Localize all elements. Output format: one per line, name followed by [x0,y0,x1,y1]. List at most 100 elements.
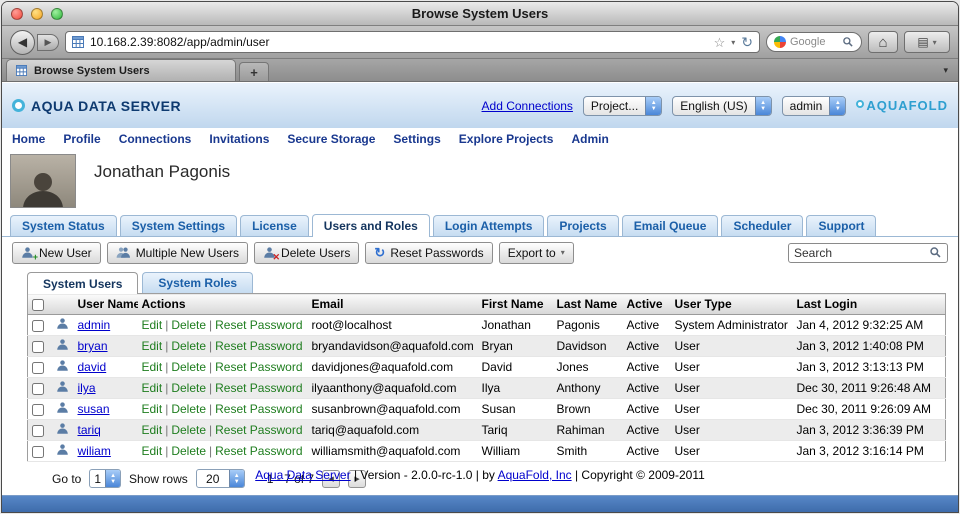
edit-link[interactable]: Edit [142,318,163,332]
row-checkbox[interactable] [32,341,44,353]
select-all-checkbox[interactable] [32,299,44,311]
reset-password-link[interactable]: Reset Password [215,339,302,353]
browser-tab[interactable]: Browse System Users [6,59,236,81]
tab-system-settings[interactable]: System Settings [120,215,237,236]
minimize-window-button[interactable] [31,8,43,20]
delete-users-button[interactable]: ✕ Delete Users [254,242,359,264]
nav-item-explore-projects[interactable]: Explore Projects [459,132,554,146]
nav-item-connections[interactable]: Connections [119,132,192,146]
username-link[interactable]: admin [78,318,111,332]
zoom-window-button[interactable] [51,8,63,20]
edit-link[interactable]: Edit [142,360,163,374]
tab-projects[interactable]: Projects [547,215,618,236]
row-checkbox[interactable] [32,320,44,332]
language-select[interactable]: English (US) ▲▼ [672,96,771,116]
subtab-system-users[interactable]: System Users [27,272,138,294]
delete-link[interactable]: Delete [171,318,206,332]
edit-link[interactable]: Edit [142,444,163,458]
first-name-cell: Susan [478,399,553,420]
column-user-type[interactable]: User Type [671,294,793,315]
delete-link[interactable]: Delete [171,444,206,458]
reset-password-link[interactable]: Reset Password [215,360,302,374]
edit-link[interactable]: Edit [142,423,163,437]
active-cell: Active [623,441,671,462]
url-bar[interactable]: 10.168.2.39:8082/app/admin/user ☆ ▾ ↻ [65,31,760,53]
user-action-toolbar: + New User Multiple New Users ✕ Delete U… [2,237,958,268]
nav-item-admin[interactable]: Admin [571,132,608,146]
nav-item-settings[interactable]: Settings [393,132,440,146]
export-to-button[interactable]: Export to ▾ [499,242,574,264]
reset-password-link[interactable]: Reset Password [215,402,302,416]
user-menu-select[interactable]: admin ▲▼ [782,96,847,116]
delete-link[interactable]: Delete [171,339,206,353]
column-user-name[interactable]: User Name [74,294,138,315]
search-icon[interactable] [929,246,942,259]
reload-icon[interactable]: ↻ [741,34,753,51]
reset-password-link[interactable]: Reset Password [215,381,302,395]
back-button[interactable]: ◀ [10,30,35,55]
column-email[interactable]: Email [308,294,478,315]
nav-item-home[interactable]: Home [12,132,45,146]
browser-search-box[interactable]: Google [766,32,862,52]
edit-link[interactable]: Edit [142,402,163,416]
username-link[interactable]: wiliam [78,444,111,458]
bookmark-star-icon[interactable]: ☆ [714,36,726,49]
url-text[interactable]: 10.168.2.39:8082/app/admin/user [90,35,708,49]
tab-email-queue[interactable]: Email Queue [622,215,719,236]
edit-link[interactable]: Edit [142,339,163,353]
row-checkbox[interactable] [32,446,44,458]
username-link[interactable]: ilya [78,381,96,395]
tab-list-chevron-icon[interactable]: ▾ [943,65,948,76]
nav-item-profile[interactable]: Profile [63,132,100,146]
tab-support[interactable]: Support [806,215,876,236]
tab-login-attempts[interactable]: Login Attempts [433,215,545,236]
column-active[interactable]: Active [623,294,671,315]
new-tab-button[interactable]: + [239,62,269,81]
url-dropdown-icon[interactable]: ▾ [731,38,735,47]
new-user-button[interactable]: + New User [12,242,101,264]
username-link[interactable]: bryan [78,339,108,353]
delete-link[interactable]: Delete [171,381,206,395]
search-magnifier-icon[interactable] [842,36,854,48]
tools-button[interactable]: ▤▾ [904,31,950,53]
row-checkbox[interactable] [32,404,44,416]
tab-scheduler[interactable]: Scheduler [721,215,803,236]
row-checkbox[interactable] [32,425,44,437]
project-select[interactable]: Project... ▲▼ [583,96,662,116]
reset-password-link[interactable]: Reset Password [215,318,302,332]
multiple-new-users-button[interactable]: Multiple New Users [107,242,248,264]
reset-passwords-button[interactable]: ↻ Reset Passwords [365,242,492,264]
aquafold-link[interactable]: AquaFold, Inc [498,468,572,482]
row-checkbox[interactable] [32,383,44,395]
home-button[interactable]: ⌂ [868,31,898,53]
add-connections-link[interactable]: Add Connections [482,99,573,113]
first-name-cell: Jonathan [478,315,553,336]
search-input[interactable]: Search [788,243,948,263]
email-cell: bryandavidson@aquafold.com [308,336,478,357]
delete-link[interactable]: Delete [171,423,206,437]
username-link[interactable]: tariq [78,423,101,437]
row-checkbox[interactable] [32,362,44,374]
delete-link[interactable]: Delete [171,360,206,374]
close-window-button[interactable] [11,8,23,20]
reset-password-link[interactable]: Reset Password [215,423,302,437]
nav-item-invitations[interactable]: Invitations [209,132,269,146]
reset-password-link[interactable]: Reset Password [215,444,302,458]
edit-link[interactable]: Edit [142,381,163,395]
column-last-login[interactable]: Last Login [793,294,946,315]
browser-search-text[interactable]: Google [790,36,838,48]
forward-button[interactable]: ▶ [37,34,59,51]
delete-link[interactable]: Delete [171,402,206,416]
tab-users-and-roles[interactable]: Users and Roles [312,214,430,237]
column-first-name[interactable]: First Name [478,294,553,315]
nav-item-secure-storage[interactable]: Secure Storage [287,132,375,146]
username-link[interactable]: susan [78,402,110,416]
column-last-name[interactable]: Last Name [553,294,623,315]
aqua-data-server-link[interactable]: Aqua Data Server [255,468,350,482]
column-actions[interactable]: Actions [138,294,308,315]
tab-system-status[interactable]: System Status [10,215,117,236]
tab-license[interactable]: License [240,215,309,236]
subtab-system-roles[interactable]: System Roles [142,272,253,293]
username-link[interactable]: david [78,360,107,374]
multiple-users-icon [116,246,131,259]
